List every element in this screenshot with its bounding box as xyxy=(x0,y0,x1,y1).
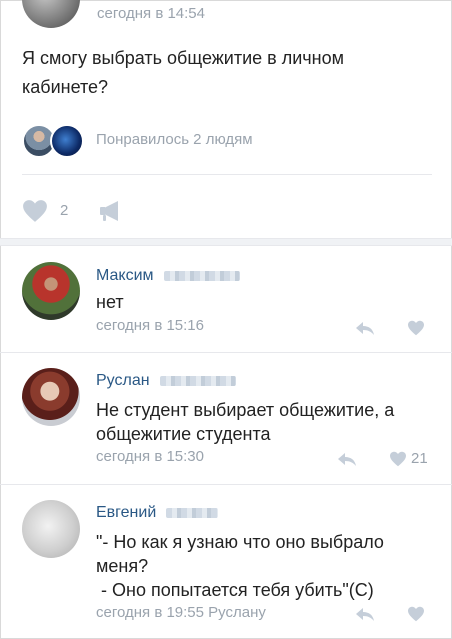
heart-icon[interactable] xyxy=(22,199,48,223)
post-text: Я смогу выбрать общежитие в личном кабин… xyxy=(22,48,344,97)
liker-avatar xyxy=(50,124,84,158)
comment-author[interactable]: Руслан xyxy=(96,372,236,390)
commenter-avatar[interactable] xyxy=(22,368,80,426)
heart-icon[interactable] xyxy=(407,606,425,622)
megaphone-icon[interactable] xyxy=(98,198,124,224)
blurred-surname xyxy=(163,270,240,281)
blurred-surname xyxy=(159,375,236,386)
comment-item: Руслан Не студент выбирает общежитие, а … xyxy=(0,362,452,484)
divider xyxy=(0,484,452,485)
author-avatar[interactable] xyxy=(22,0,80,28)
comment-text-line: "- Но как я узнаю что оно выбрало меня? xyxy=(96,532,384,576)
comment-item: Максим нет сегодня в 15:16 xyxy=(0,256,452,354)
divider xyxy=(0,352,452,353)
liked-by-row[interactable]: Понравилось 2 людям xyxy=(22,124,432,160)
comment-timestamp[interactable]: сегодня в 19:55 Руслану xyxy=(96,604,266,621)
comment-item: Евгений "- Но как я узнаю что оно выбрал… xyxy=(0,494,452,634)
heart-icon[interactable] xyxy=(407,320,425,336)
post-timestamp[interactable]: сегодня в 14:54 xyxy=(97,5,205,22)
comment-text: Не студент выбирает общежитие, а общежит… xyxy=(96,400,395,444)
heart-icon[interactable] xyxy=(389,451,407,467)
commenter-avatar[interactable] xyxy=(22,500,80,558)
reply-arrow-icon[interactable] xyxy=(355,320,375,336)
section-separator xyxy=(0,238,452,246)
commenter-avatar[interactable] xyxy=(22,262,80,320)
author-name[interactable]: Максим xyxy=(96,267,154,284)
like-count: 2 xyxy=(60,202,69,219)
comment-like-count: 21 xyxy=(411,450,428,467)
comment-timestamp[interactable]: сегодня в 15:30 xyxy=(96,448,204,465)
author-name[interactable]: Евгений xyxy=(96,504,156,521)
author-name[interactable]: Руслан xyxy=(96,372,150,389)
liked-by-text[interactable]: Понравилось 2 людям xyxy=(96,131,253,148)
comment-timestamp[interactable]: сегодня в 15:16 xyxy=(96,317,204,334)
post-actions: 2 xyxy=(22,196,222,226)
comment-text: нет xyxy=(96,292,124,312)
divider xyxy=(22,174,432,175)
reply-arrow-icon[interactable] xyxy=(355,606,375,622)
comment-text-line: - Оно попытается тебя убить"(С) xyxy=(96,580,374,600)
reply-arrow-icon[interactable] xyxy=(337,451,357,467)
comment-author[interactable]: Евгений xyxy=(96,504,219,522)
comment-text: "- Но как я узнаю что оно выбрало меня? … xyxy=(96,530,431,602)
comment-author[interactable]: Максим xyxy=(96,267,240,285)
post-header: сегодня в 14:54 xyxy=(0,0,452,32)
blurred-surname xyxy=(166,507,219,518)
